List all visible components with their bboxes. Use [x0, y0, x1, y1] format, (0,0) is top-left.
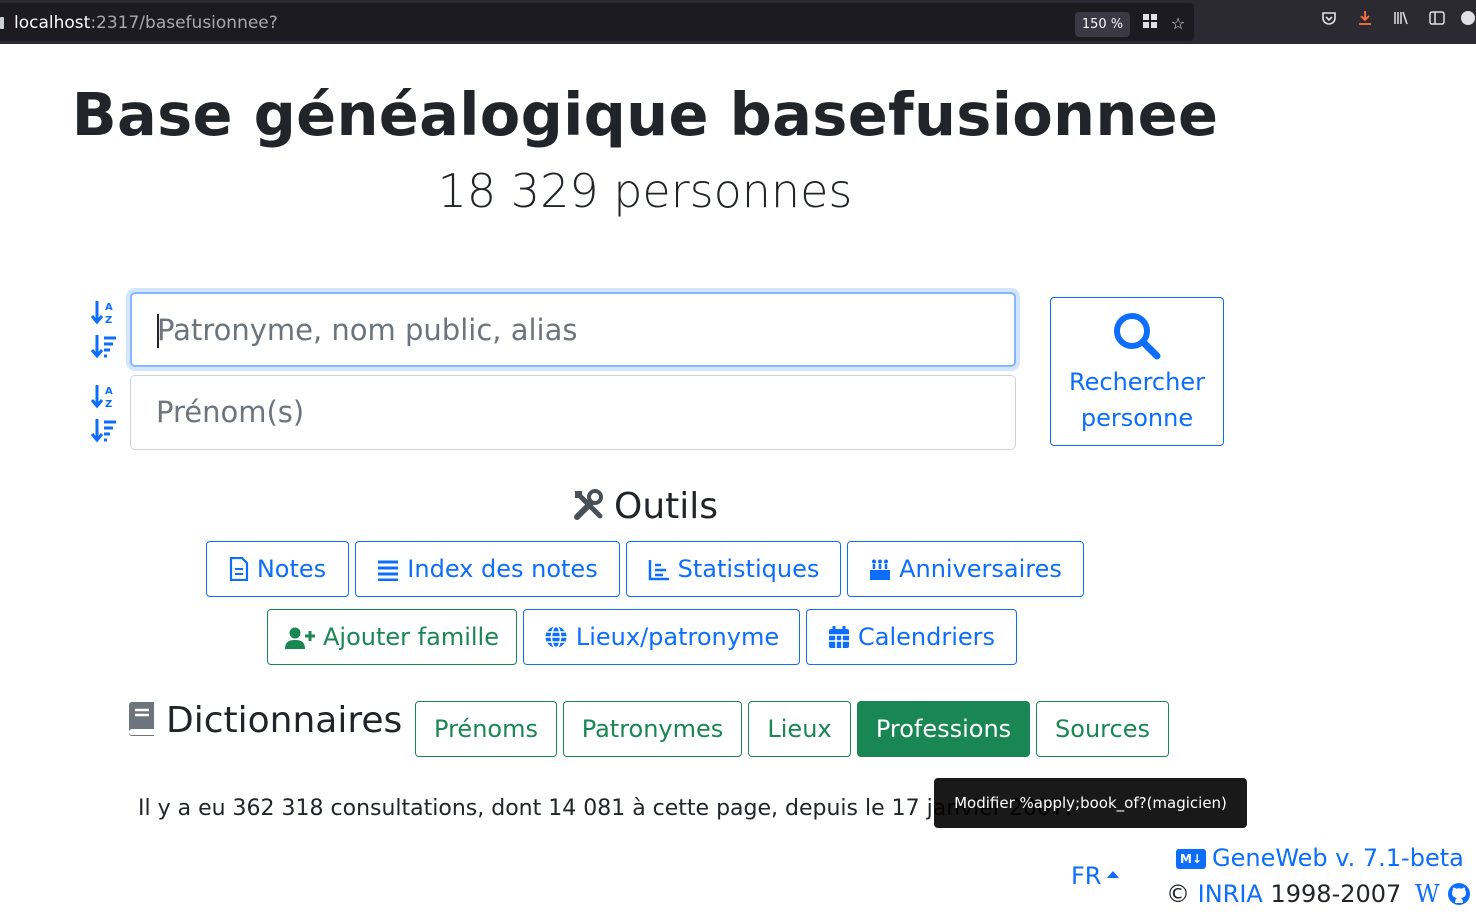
- search-button-label-2: personne: [1080, 404, 1194, 432]
- github-icon[interactable]: [1447, 882, 1471, 906]
- firstname-sort-group: AZ: [90, 382, 120, 450]
- url-text[interactable]: localhost:2317/basefusionnee?: [14, 13, 278, 33]
- tools-icon: [573, 489, 603, 520]
- geneweb-version-link[interactable]: M↓ GeneWeb v. 7.1-beta: [1176, 844, 1464, 872]
- file-icon: [229, 556, 248, 582]
- places-surname-button[interactable]: Lieux/patronyme: [523, 609, 800, 665]
- extensions-grid-icon[interactable]: [1139, 13, 1161, 35]
- surname-sort-group: AZ: [90, 298, 120, 366]
- dict-places-button[interactable]: Lieux: [748, 701, 851, 757]
- sort-alpha-down-icon[interactable]: AZ: [90, 382, 118, 410]
- visit-counter: Il y a eu 362 318 consultations, dont 14…: [138, 796, 1072, 821]
- globe-icon: [545, 625, 567, 649]
- calendar-icon: [828, 626, 849, 648]
- sort-alpha-down-icon[interactable]: AZ: [90, 298, 118, 326]
- inria-link[interactable]: INRIA: [1198, 880, 1263, 908]
- svg-text:A: A: [105, 302, 113, 313]
- sort-amount-down-icon[interactable]: [90, 416, 118, 444]
- person-count: 18 329 personnes: [437, 164, 853, 218]
- cake-icon: [870, 559, 891, 580]
- svg-text:Z: Z: [105, 315, 112, 326]
- dict-professions-button[interactable]: Professions: [857, 701, 1030, 757]
- book-icon: [129, 702, 154, 736]
- dict-firstnames-button[interactable]: Prénoms: [415, 701, 557, 757]
- notes-button[interactable]: Notes: [206, 541, 349, 597]
- surname-input[interactable]: Patronyme, nom public, alias: [130, 292, 1016, 367]
- markdown-icon: M↓: [1176, 849, 1206, 869]
- zoom-level-button[interactable]: 150 %: [1075, 12, 1130, 37]
- copyright: © INRIA 1998-2007 W: [1166, 880, 1471, 908]
- wikipedia-icon[interactable]: W: [1415, 880, 1440, 908]
- search-button-label-1: Rechercher: [1069, 368, 1205, 396]
- add-family-button[interactable]: Ajouter famille: [267, 609, 517, 665]
- library-icon[interactable]: [1390, 10, 1412, 32]
- bookmark-star-icon[interactable]: ☆: [1167, 13, 1189, 35]
- dict-sources-button[interactable]: Sources: [1036, 701, 1169, 757]
- statistics-button[interactable]: Statistiques: [626, 541, 841, 597]
- birthdays-button[interactable]: Anniversaires: [847, 541, 1084, 597]
- svg-text:Z: Z: [105, 399, 112, 410]
- account-icon[interactable]: [1460, 10, 1476, 32]
- page-title: Base généalogique basefusionnee: [71, 80, 1219, 149]
- sidebar-icon[interactable]: [1426, 10, 1448, 32]
- tools-heading: Outils: [0, 486, 1290, 527]
- search-icon: [1114, 313, 1161, 360]
- chart-icon: [648, 560, 669, 581]
- list-icon: [378, 560, 399, 582]
- url-bar[interactable]: localhost:2317/basefusionnee? 150 % ☆: [0, 3, 1194, 41]
- user-plus-icon: [285, 627, 316, 649]
- language-selector[interactable]: FR: [1071, 862, 1120, 890]
- browser-toolbar: localhost:2317/basefusionnee? 150 % ☆: [0, 0, 1476, 44]
- dictionaries-heading: Dictionnaires: [126, 700, 402, 741]
- text-caret: [157, 314, 159, 348]
- tooltip: Modifier %apply;book_of?(magicien): [934, 778, 1247, 828]
- calendars-button[interactable]: Calendriers: [806, 609, 1017, 665]
- pocket-icon[interactable]: [1318, 10, 1340, 32]
- dict-surnames-button[interactable]: Patronymes: [563, 701, 742, 757]
- svg-text:A: A: [105, 386, 113, 397]
- download-icon[interactable]: [1354, 10, 1376, 32]
- search-person-button[interactable]: Rechercher personne: [1050, 297, 1224, 446]
- sort-amount-down-icon[interactable]: [90, 332, 118, 360]
- firstname-input[interactable]: Prénom(s): [130, 375, 1016, 450]
- notes-index-button[interactable]: Index des notes: [355, 541, 620, 597]
- lock-icon: [0, 17, 4, 29]
- caret-up-icon: [1107, 871, 1120, 878]
